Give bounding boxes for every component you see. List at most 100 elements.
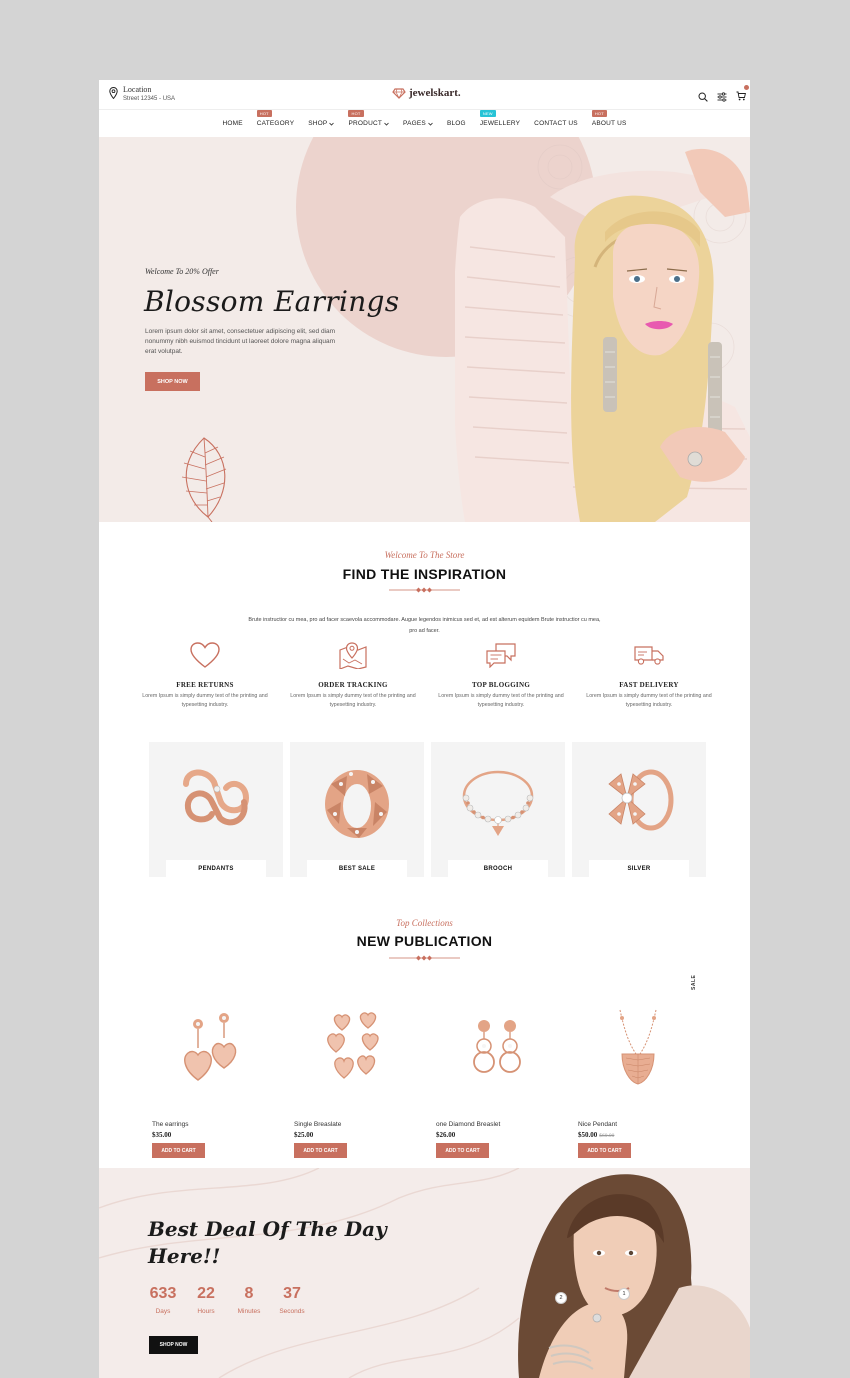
deal-model-image [518,1174,750,1378]
flower-ring-image [608,769,674,831]
hero-banner: Welcome To 20% Offer Blossom Earrings Lo… [99,137,750,522]
features-row: FREE RETURNS Lorem Ipsum is simply dummy… [131,640,723,710]
location-address: Street 12345 - USA [123,96,176,102]
countdown-label: Hours [197,1308,215,1315]
leaf-illustration [181,437,227,522]
hero-shop-now-button[interactable]: SHOP NOW [145,372,200,391]
category-label: BEST SALE [307,860,407,877]
hotspot-pin[interactable]: 1 [618,1288,630,1300]
nav-label: SHOP [308,120,328,127]
nav-home[interactable]: HOME [222,120,242,127]
product-name[interactable]: Nice Pendant [578,1121,617,1128]
feature-order-tracking: ORDER TRACKING Lorem Ipsum is simply dum… [279,640,427,710]
nav-label: CATEGORY [256,120,295,127]
product-image [473,1020,521,1073]
nav-jewellery[interactable]: NEW JEWELLERY [479,110,520,127]
nav-shop[interactable]: SHOP [308,120,335,127]
countdown-hours: 22 Hours [191,1285,221,1315]
category-label: BROOCH [448,860,548,877]
hotspot-pin[interactable]: 2 [555,1292,567,1304]
hero-description: Lorem ipsum dolor sit amet, consectetuer… [145,328,336,355]
product-price: $35.00 [152,1131,171,1139]
deal-shop-now-button[interactable]: SHOP NOW [149,1336,198,1354]
ring-image [183,769,250,826]
product-card[interactable]: Single Breaslate $25.00 ADD TO CART [294,1000,415,1160]
add-to-cart-button[interactable]: ADD TO CART [436,1143,489,1158]
nav-blog[interactable]: BLOG [447,120,466,127]
category-grid: PENDANTS BEST SALE BROOCH SILVER [149,742,706,877]
price-current: $26.00 [436,1131,456,1139]
hero-model-image [455,148,750,522]
logo[interactable]: jewelskart. [392,87,461,99]
feature-text: Lorem Ipsum is simply dummy text of the … [438,693,564,708]
top-bar: Location Street 12345 - USA jewelskart. [99,80,750,110]
nav-pages[interactable]: PAGES [403,120,433,127]
feature-title: FAST DELIVERY [619,681,679,689]
search-icon[interactable] [698,92,708,102]
product-card[interactable]: Nice Pendant $50.00 $60.00 ADD TO CART [578,1000,699,1160]
add-to-cart-button[interactable]: ADD TO CART [578,1143,631,1158]
cart-icon [736,91,746,101]
publication-subtitle: Top Collections [396,918,453,928]
countdown-seconds: 37 Seconds [277,1285,307,1315]
hero-title: Blossom Earrings [144,285,400,318]
inspiration-title: FIND THE INSPIRATION [342,566,507,582]
nav-label: PRODUCT [348,120,383,127]
price-current: $50.00 [578,1131,598,1139]
main-nav: HOME HOT CATEGORY SHOP HOT PRODUCT PAGES B… [99,110,750,137]
product-list: The earrings $35.00 ADD TO CART Single B… [152,1000,699,1160]
category-card-pendants[interactable]: PENDANTS [149,742,283,877]
countdown-label: Minutes [237,1308,261,1315]
section-divider [389,955,460,961]
deal-title: Best Deal Of The Day Here!! [148,1217,387,1268]
countdown-value: 37 [283,1285,301,1302]
category-card-brooch[interactable]: BROOCH [431,742,565,877]
chevron-down-icon [384,122,389,126]
feature-free-returns: FREE RETURNS Lorem Ipsum is simply dummy… [131,640,279,710]
category-label: PENDANTS [166,860,266,877]
countdown-value: 22 [197,1285,215,1302]
deal-banner: Best Deal Of The Day Here!! 633 Days 22 Ho… [99,1168,750,1378]
category-card-silver[interactable]: SILVER [572,742,706,877]
price-current: $25.00 [294,1131,314,1139]
add-to-cart-button[interactable]: ADD TO CART [294,1143,347,1158]
feature-text: Lorem Ipsum is simply dummy text of the … [142,693,268,708]
product-card[interactable]: The earrings $35.00 ADD TO CART [152,1000,273,1160]
nav-about-us[interactable]: HOT ABOUT US [591,110,627,127]
section-divider [389,587,460,593]
diamond-logo-icon [392,87,406,99]
nav-label: HOME [222,120,243,127]
product-image [619,1009,657,1085]
nav-label: BLOG [446,120,466,127]
feature-top-blogging: TOP BLOGGING Lorem Ipsum is simply dummy… [427,640,575,710]
feature-text: Lorem Ipsum is simply dummy text of the … [586,693,712,708]
product-price: $50.00 $60.00 [578,1131,614,1139]
cart-button[interactable] [736,85,749,106]
chevron-down-icon [428,122,433,126]
new-badge: NEW [479,110,496,117]
nav-label: ABOUT US [591,120,627,127]
product-name[interactable]: Single Breaslate [294,1121,341,1128]
nav-label: CONTACT US [534,120,578,127]
inspiration-subtitle: Welcome To The Store [384,550,465,560]
nav-contact-us[interactable]: CONTACT US [534,120,578,127]
header-icons [698,85,749,106]
countdown-timer: 633 Days 22 Hours 8 Minutes 37 Seconds [148,1285,307,1315]
hot-badge: HOT [591,110,607,117]
product-name[interactable]: The earrings [152,1121,189,1128]
add-to-cart-button[interactable]: ADD TO CART [152,1143,205,1158]
product-name[interactable]: one Diamond Breaslet [436,1121,500,1128]
hot-badge: HOT [348,110,364,117]
feature-text: Lorem Ipsum is simply dummy text of the … [290,693,416,708]
nav-label: PAGES [403,120,426,127]
nav-product[interactable]: HOT PRODUCT [348,110,389,127]
countdown-minutes: 8 Minutes [234,1285,264,1315]
bracelet-image [462,770,534,836]
heart-icon [190,642,220,668]
product-card[interactable]: one Diamond Breaslet $26.00 ADD TO CART [436,1000,557,1160]
cart-count-dot [744,85,749,90]
nav-category[interactable]: HOT CATEGORY [256,110,295,127]
filter-settings-icon[interactable] [717,92,727,102]
location-title: Location [123,85,152,94]
category-card-best-sale[interactable]: BEST SALE [290,742,424,877]
